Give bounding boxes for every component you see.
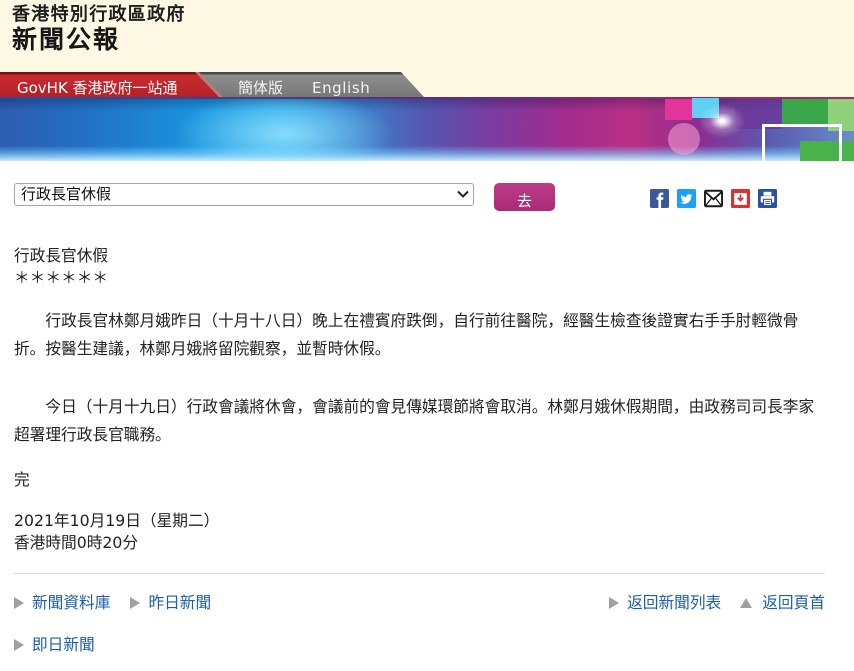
release-time: 香港時間0時20分	[14, 533, 139, 552]
twitter-share-link[interactable]	[677, 189, 696, 208]
title-separator: ＊＊＊＊＊＊	[14, 268, 109, 287]
simplified-chinese-link[interactable]: 簡体版	[238, 77, 283, 99]
footer-divider	[14, 573, 825, 574]
triangle-right-icon	[609, 597, 620, 609]
banner	[0, 97, 854, 161]
article-paragraph: 行政長官林鄭月娥昨日（十月十八日）晚上在禮賓府跌倒，自行前往醫院，經醫生檢查後證…	[14, 311, 799, 358]
article-paragraph: 今日（十月十九日）行政會議將休會，會議前的會見傳媒環節將會取消。林鄭月娥休假期間…	[14, 397, 815, 444]
article: 行政長官休假 ＊＊＊＊＊＊ 行政長官林鄭月娥昨日（十月十八日）晚上在禮賓府跌倒，…	[14, 245, 825, 656]
footer-bottom-links: 即日新聞	[14, 634, 95, 656]
banner-decoration	[762, 124, 842, 161]
email-icon	[704, 189, 723, 208]
footer-links-row: 新聞資料庫 昨日新聞 返回新聞列表 返回頁首	[14, 592, 825, 614]
release-select-wrapper: 行政長官休假	[14, 183, 474, 206]
footer-right-links: 返回新聞列表 返回頁首	[609, 592, 825, 614]
yesterday-news-label[interactable]: 昨日新聞	[148, 592, 211, 614]
news-archive-link[interactable]: 新聞資料庫	[14, 592, 110, 614]
banner-decoration	[694, 101, 750, 141]
print-link[interactable]	[758, 189, 777, 208]
today-news-label[interactable]: 即日新聞	[32, 634, 95, 656]
govhk-portal-link[interactable]: GovHK 香港政府一站通	[17, 77, 178, 99]
today-news-link[interactable]: 即日新聞	[14, 634, 95, 656]
release-date: 2021年10月19日（星期二）	[14, 511, 220, 530]
banner-decoration	[665, 99, 692, 120]
twitter-icon	[677, 189, 696, 208]
yesterday-news-link[interactable]: 昨日新聞	[130, 592, 211, 614]
government-name: 香港特別行政區政府	[12, 4, 186, 25]
bookmark-icon	[731, 189, 750, 208]
footer-left-links: 新聞資料庫 昨日新聞	[14, 592, 211, 614]
end-mark: 完	[14, 470, 30, 489]
facebook-share-link[interactable]	[650, 189, 669, 208]
back-to-top-label[interactable]: 返回頁首	[762, 592, 825, 614]
footer-links-row-2: 即日新聞	[14, 634, 825, 656]
page-title: 新聞公報	[12, 25, 121, 54]
release-select[interactable]: 行政長官休假	[14, 183, 474, 206]
back-to-news-list-label[interactable]: 返回新聞列表	[627, 592, 721, 614]
press-release-page: 香港特別行政區政府 新聞公報 GovHK 香港政府一站通 簡体版 English…	[0, 0, 854, 671]
triangle-right-icon	[14, 597, 24, 609]
top-nav: GovHK 香港政府一站通 簡体版 English	[0, 72, 854, 97]
email-share-link[interactable]	[704, 189, 723, 208]
bookmark-link[interactable]	[731, 189, 750, 208]
news-archive-label[interactable]: 新聞資料庫	[32, 592, 110, 614]
facebook-icon	[650, 189, 669, 208]
article-title: 行政長官休假	[14, 246, 109, 265]
site-header: 香港特別行政區政府 新聞公報	[0, 0, 854, 72]
triangle-right-icon	[130, 597, 141, 609]
back-to-news-list-link[interactable]: 返回新聞列表	[609, 592, 721, 614]
triangle-right-icon	[14, 639, 24, 651]
banner-decoration	[782, 99, 828, 125]
banner-top-line	[0, 97, 854, 99]
back-to-top-link[interactable]: 返回頁首	[740, 592, 825, 614]
english-link[interactable]: English	[312, 77, 370, 99]
print-icon	[758, 189, 777, 208]
go-button[interactable]: 去	[494, 183, 555, 211]
toolbar: 行政長官休假 去	[0, 183, 854, 213]
triangle-up-icon	[740, 598, 753, 608]
